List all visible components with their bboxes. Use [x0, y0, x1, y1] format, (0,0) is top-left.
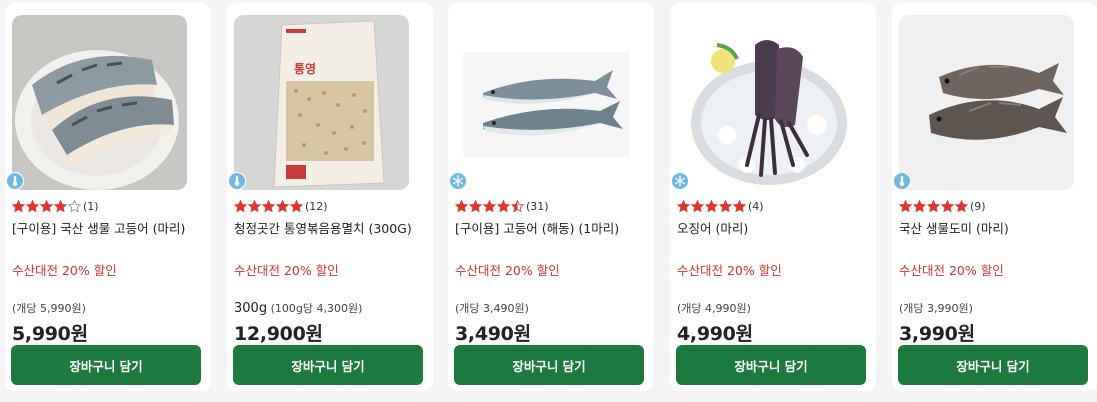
star-filled-icon: [691, 199, 704, 213]
product-title[interactable]: 오징어 (마리): [677, 218, 873, 237]
product-price: 12,900원: [234, 323, 323, 345]
rating-count: (4): [748, 199, 764, 213]
star-filled-icon: [733, 199, 746, 213]
product-title[interactable]: [구이용] 국산 생물 고등어 (마리): [12, 218, 208, 237]
product-price: 3,990원: [899, 323, 975, 345]
star-filled-icon: [26, 199, 39, 213]
rating: (4): [677, 198, 764, 214]
product-grid-row: (1) [구이용] 국산 생물 고등어 (마리) 수산대전 20% 할인 (개당…: [0, 0, 1097, 402]
star-filled-icon: [262, 199, 275, 213]
unit-price: (개당 5,990원): [12, 302, 86, 315]
star-filled-icon: [40, 199, 53, 213]
promo-label: 수산대전 20% 할인: [455, 263, 560, 278]
rating-count: (12): [305, 199, 328, 213]
star-filled-icon: [899, 199, 912, 213]
star-rating: [677, 199, 746, 213]
product-card[interactable]: (9) 국산 생물도미 (마리) 수산대전 20% 할인 (개당 3,990원)…: [892, 3, 1097, 391]
product-card[interactable]: 통영 (12) 청정곳간 통영볶음용멸치 (300G) 수산대전 20% 할인 …: [227, 3, 433, 391]
product-image-anchovy-package[interactable]: 통영: [234, 15, 409, 190]
add-to-cart-button[interactable]: 장바구니 담기: [233, 345, 423, 385]
unit-weight: 300g: [234, 301, 268, 316]
star-filled-icon: [290, 199, 303, 213]
unit-price: (개당 3,990원): [899, 302, 973, 315]
rating: (9): [899, 198, 986, 214]
star-filled-icon: [719, 199, 732, 213]
product-image-whole-mackerel[interactable]: [455, 15, 630, 190]
promo-label: 수산대전 20% 할인: [234, 263, 339, 278]
add-to-cart-button[interactable]: 장바구니 담기: [676, 345, 866, 385]
rating: (31): [455, 198, 549, 214]
product-price: 5,990원: [12, 323, 88, 345]
thermometer-icon: [893, 172, 911, 190]
star-filled-icon: [941, 199, 954, 213]
star-rating: [899, 199, 968, 213]
star-rating: [12, 199, 81, 213]
add-to-cart-button[interactable]: 장바구니 담기: [11, 345, 201, 385]
promo-label: 수산대전 20% 할인: [12, 263, 117, 278]
rating: (1): [12, 198, 99, 214]
star-filled-icon: [234, 199, 247, 213]
product-card[interactable]: (31) [구이용] 고등어 (해동) (1마리) 수산대전 20% 할인 (개…: [448, 3, 654, 391]
star-filled-icon: [54, 199, 67, 213]
add-to-cart-button[interactable]: 장바구니 담기: [898, 345, 1088, 385]
star-filled-icon: [469, 199, 482, 213]
product-title[interactable]: 청정곳간 통영볶음용멸치 (300G): [234, 218, 430, 237]
thermometer-icon: [228, 172, 246, 190]
star-filled-icon: [913, 199, 926, 213]
unit-price: (개당 3,490원): [455, 302, 529, 315]
product-image-squid[interactable]: [677, 15, 852, 190]
product-card[interactable]: (4) 오징어 (마리) 수산대전 20% 할인 (개당 4,990원) 4,9…: [670, 3, 876, 391]
star-half-icon: [511, 199, 524, 213]
add-to-cart-button[interactable]: 장바구니 담기: [454, 345, 644, 385]
star-filled-icon: [483, 199, 496, 213]
unit-price: 300g (100g당 4,300원): [234, 301, 363, 316]
product-title[interactable]: 국산 생물도미 (마리): [899, 218, 1095, 237]
star-filled-icon: [677, 199, 690, 213]
star-filled-icon: [248, 199, 261, 213]
promo-label: 수산대전 20% 할인: [899, 263, 1004, 278]
product-price: 3,490원: [455, 323, 531, 345]
product-card[interactable]: (1) [구이용] 국산 생물 고등어 (마리) 수산대전 20% 할인 (개당…: [5, 3, 211, 391]
product-image-sea-bream[interactable]: [899, 15, 1074, 190]
star-filled-icon: [12, 199, 25, 213]
rating-count: (31): [526, 199, 549, 213]
star-rating: [234, 199, 303, 213]
star-filled-icon: [955, 199, 968, 213]
star-filled-icon: [276, 199, 289, 213]
thermometer-icon: [6, 172, 24, 190]
rating-count: (9): [970, 199, 986, 213]
star-filled-icon: [705, 199, 718, 213]
product-image-mackerel-fillet[interactable]: [12, 15, 187, 190]
product-price: 4,990원: [677, 323, 753, 345]
promo-label: 수산대전 20% 할인: [677, 263, 782, 278]
star-filled-icon: [455, 199, 468, 213]
svg-text:통영: 통영: [294, 61, 316, 76]
product-title[interactable]: [구이용] 고등어 (해동) (1마리): [455, 218, 651, 237]
star-empty-icon: [68, 199, 81, 213]
snowflake-icon: [449, 172, 467, 190]
star-rating: [455, 199, 524, 213]
star-filled-icon: [497, 199, 510, 213]
rating-count: (1): [83, 199, 99, 213]
unit-price: (개당 4,990원): [677, 302, 751, 315]
snowflake-icon: [671, 172, 689, 190]
star-filled-icon: [927, 199, 940, 213]
rating: (12): [234, 198, 328, 214]
